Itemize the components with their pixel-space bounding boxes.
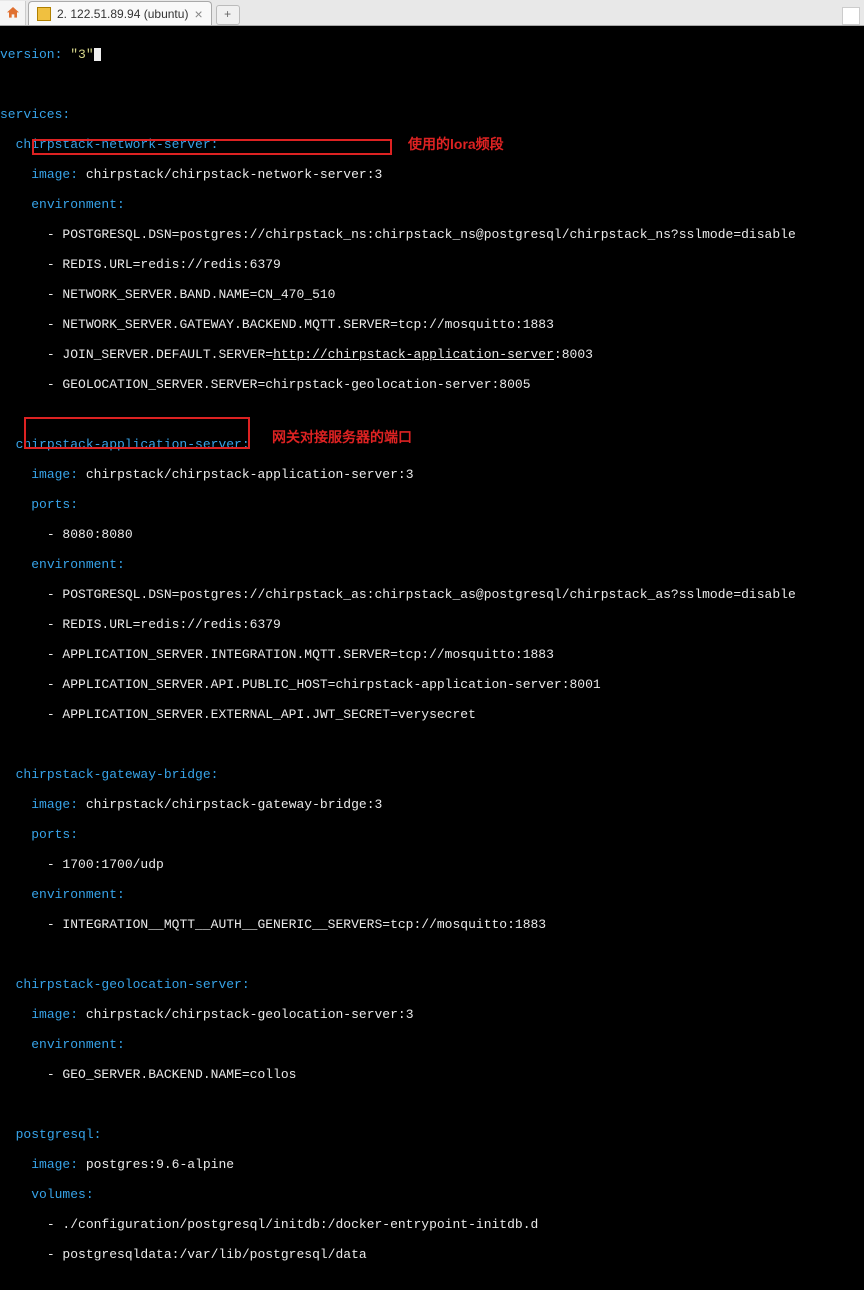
annotation-text-gateway: 网关对接服务器的端口 [272,430,412,445]
tab-bar: 2. 122.51.89.94 (ubuntu) × + ≡ [0,0,864,26]
code-editor[interactable]: version: "3" services: chirpstack-networ… [0,26,864,1290]
yaml-key: version [0,47,55,62]
annotation-text-lora: 使用的lora频段 [408,137,504,152]
tab-active[interactable]: 2. 122.51.89.94 (ubuntu) × [28,1,212,25]
service-name: chirpstack-geolocation-server [16,977,242,992]
terminal-icon [37,7,51,21]
service-name: chirpstack-application-server [16,437,242,452]
tab-title: 2. 122.51.89.94 (ubuntu) [57,7,188,21]
text-cursor [94,48,101,61]
tabbar-right: ≡ [842,7,864,25]
close-icon[interactable]: × [194,6,202,22]
tabbar-menu-button[interactable]: ≡ [842,7,860,25]
home-icon[interactable] [0,1,26,25]
service-name: chirpstack-gateway-bridge [16,767,211,782]
yaml-value: "3" [70,47,93,62]
new-tab-button[interactable]: + [216,5,240,25]
service-name: chirpstack-network-server [16,137,211,152]
yaml-key: services [0,107,62,122]
service-name: postgresql [16,1127,94,1142]
